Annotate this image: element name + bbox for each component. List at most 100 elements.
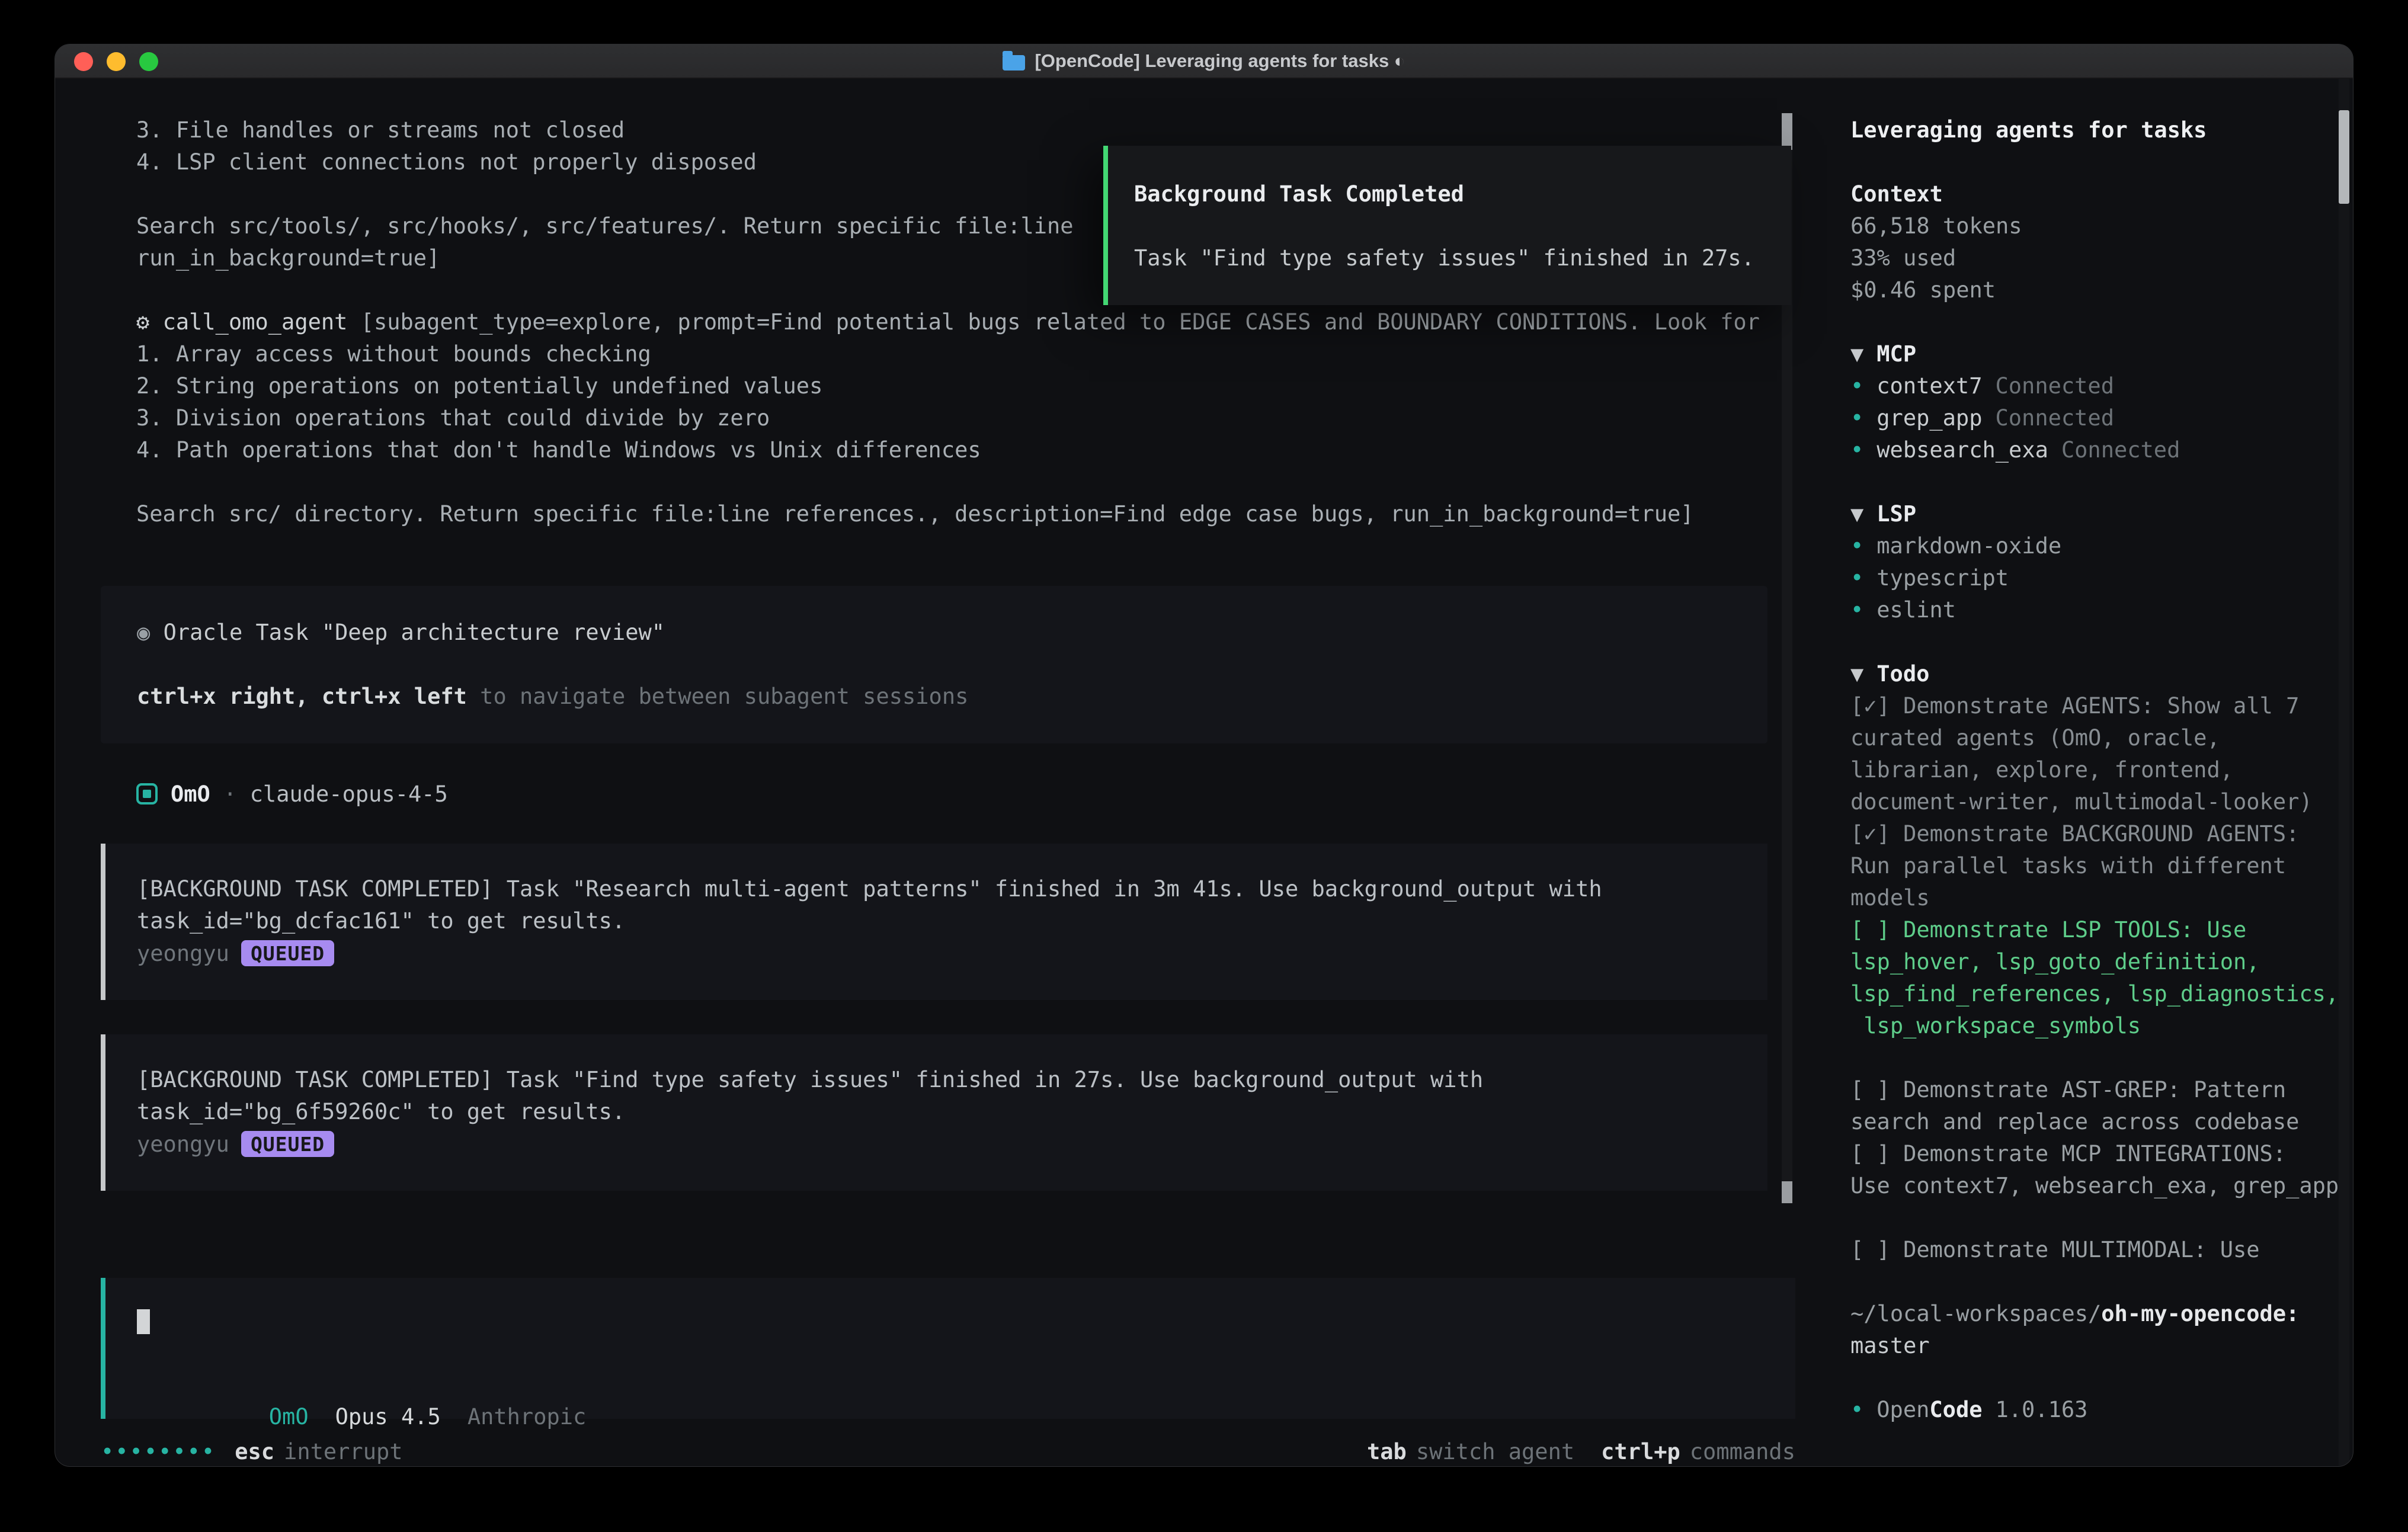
mcp-name: context7 — [1877, 373, 1982, 399]
lsp-heading: LSP — [1877, 501, 1916, 527]
tab-key: tab — [1367, 1439, 1407, 1464]
spacer — [101, 466, 1827, 498]
esc-key: esc — [235, 1439, 274, 1464]
status-bar: •••••••• esc interrupt tab switch agent c… — [101, 1435, 1795, 1467]
agent-model: claude-opus-4-5 — [250, 781, 448, 807]
status-dot-icon: • — [1850, 405, 1863, 431]
terminal-line: 3. File handles or streams not closed — [101, 114, 1827, 146]
prompt-input[interactable]: OmOOpus 4.5Anthropic — [101, 1278, 1795, 1419]
scrollbar-thumb[interactable] — [1782, 113, 1792, 150]
notification-title: Background Task Completed — [1134, 178, 1767, 210]
gear-icon: ⚙ — [136, 309, 149, 335]
window-title-text: [OpenCode] Leveraging agents for tasks ◐ — [1035, 50, 1405, 72]
status-dot-icon: • — [1850, 437, 1863, 463]
oracle-task-icon: ◉ — [137, 620, 150, 645]
message-meta: yeongyu QUEUED — [137, 1128, 1744, 1160]
scrollbar-thumb[interactable] — [1782, 1181, 1792, 1203]
ctrl-p-key: ctrl+p — [1601, 1439, 1680, 1464]
terminal-line: 4. Path operations that don't handle Win… — [101, 434, 1827, 466]
session-sidebar: Leveraging agents for tasks Context 66,5… — [1827, 79, 2353, 1467]
message-author: yeongyu — [137, 1132, 229, 1157]
agent-header: OmO · claude-opus-4-5 — [101, 778, 1827, 810]
mcp-status: Connected — [2061, 437, 2180, 463]
message-block: [BACKGROUND TASK COMPLETED] Task "Find t… — [101, 1034, 1767, 1191]
todo-item: [ ] Demonstrate MULTIMODAL: Use — [1850, 1234, 2353, 1266]
workspace-path: ~/local-workspaces/oh-my-opencode: — [1850, 1298, 2353, 1330]
mcp-status: Connected — [1996, 405, 2114, 431]
status-dot-icon: • — [1850, 533, 1863, 559]
commands-hint: ctrl+pcommands — [1601, 1439, 1795, 1464]
sidebar-scrollbar-track[interactable] — [2339, 79, 2349, 1467]
activity-dots-icon: •••••••• — [101, 1439, 216, 1464]
close-button[interactable] — [74, 52, 93, 71]
status-left: •••••••• esc interrupt — [101, 1439, 403, 1464]
background-task-notification: Background Task Completed Task "Find typ… — [1103, 146, 1791, 305]
oracle-title-text: Oracle Task "Deep architecture review" — [164, 620, 665, 645]
mcp-item: • grep_app Connected — [1850, 402, 2353, 434]
traffic-lights — [74, 52, 158, 71]
version-number: 1.0.163 — [1996, 1397, 2088, 1422]
message-text: task_id="bg_6f59260c" to get results. — [137, 1096, 1744, 1128]
version-row: •OpenCode1.0.163 — [1850, 1394, 2353, 1426]
mcp-item: • websearch_exa Connected — [1850, 434, 2353, 466]
lsp-name: eslint — [1877, 597, 1956, 623]
version-name-bold: Code — [1929, 1397, 1982, 1422]
mcp-name: websearch_exa — [1877, 437, 2048, 463]
message-text: [BACKGROUND TASK COMPLETED] Task "Resear… — [137, 873, 1744, 905]
chat-main: 3. File handles or streams not closed 4.… — [55, 79, 1827, 1467]
workspace-branch: master — [1850, 1330, 2353, 1362]
lsp-item: • markdown-oxide — [1850, 530, 2353, 562]
folder-icon — [1003, 55, 1025, 70]
queued-badge: QUEUED — [241, 1131, 334, 1157]
titlebar[interactable]: [OpenCode] Leveraging agents for tasks ◐ — [55, 44, 2353, 79]
input-model-name: Opus 4.5 — [335, 1404, 441, 1430]
mcp-section-header[interactable]: ▼MCP — [1850, 338, 2353, 370]
terminal-window: [OpenCode] Leveraging agents for tasks ◐… — [55, 44, 2353, 1467]
message-block: [BACKGROUND TASK COMPLETED] Task "Resear… — [101, 844, 1767, 1000]
minimize-button[interactable] — [107, 52, 126, 71]
mcp-name: grep_app — [1877, 405, 1982, 431]
context-spent: $0.46 spent — [1850, 274, 2353, 306]
agent-separator: · — [210, 781, 250, 807]
input-agent-name: OmO — [269, 1404, 309, 1430]
message-author: yeongyu — [137, 941, 229, 966]
lsp-section-header[interactable]: ▼LSP — [1850, 498, 2353, 530]
message-text: task_id="bg_dcfac161" to get results. — [137, 905, 1744, 937]
hint-keys: ctrl+x right, ctrl+x left — [137, 684, 467, 709]
lsp-name: typescript — [1877, 565, 2009, 591]
tab-label: switch agent — [1416, 1439, 1574, 1464]
todo-item: [ ] Demonstrate AST-GREP: Pattern search… — [1850, 1074, 2353, 1138]
status-dot-icon: • — [1850, 373, 1863, 399]
terminal-line: 1. Array access without bounds checking — [101, 338, 1827, 370]
zoom-button[interactable] — [139, 52, 158, 71]
sidebar-scrollbar-thumb[interactable] — [2339, 110, 2349, 204]
queued-badge: QUEUED — [241, 940, 334, 966]
agent-name: OmO — [171, 781, 210, 807]
tool-call-line: ⚙ call_omo_agent [subagent_type=explore,… — [101, 306, 1827, 338]
status-dot-icon: • — [1850, 597, 1863, 623]
lsp-name: markdown-oxide — [1877, 533, 2061, 559]
message-meta: yeongyu QUEUED — [137, 937, 1744, 969]
notification-body: Task "Find type safety issues" finished … — [1134, 242, 1767, 274]
terminal-line: 2. String operations on potentially unde… — [101, 370, 1827, 402]
mcp-item: • context7 Connected — [1850, 370, 2353, 402]
input-line[interactable] — [137, 1305, 1795, 1337]
todo-item: [ ] Demonstrate MCP INTEGRATIONS: Use co… — [1850, 1138, 2353, 1202]
todo-item: [✓] Demonstrate AGENTS: Show all 7 curat… — [1850, 690, 2353, 818]
mcp-status: Connected — [1996, 373, 2114, 399]
spacer — [1134, 210, 1767, 242]
session-title: Leveraging agents for tasks — [1850, 114, 2353, 146]
context-tokens: 66,518 tokens — [1850, 210, 2353, 242]
status-dot-icon: • — [1850, 565, 1863, 591]
chevron-down-icon: ▼ — [1850, 341, 1863, 367]
scrollback-area[interactable]: 3. File handles or streams not closed 4.… — [55, 79, 1827, 1278]
version-name-dim: Open — [1877, 1397, 1929, 1422]
todo-heading: Todo — [1877, 661, 1929, 687]
lsp-item: • eslint — [1850, 594, 2353, 626]
context-heading: Context — [1850, 178, 2353, 210]
tool-name — [149, 309, 162, 335]
navigation-hint: ctrl+x right, ctrl+x left to navigate be… — [137, 681, 1731, 713]
todo-section-header[interactable]: ▼Todo — [1850, 658, 2353, 690]
lsp-item: • typescript — [1850, 562, 2353, 594]
model-row: OmOOpus 4.5Anthropic — [137, 1369, 1795, 1401]
